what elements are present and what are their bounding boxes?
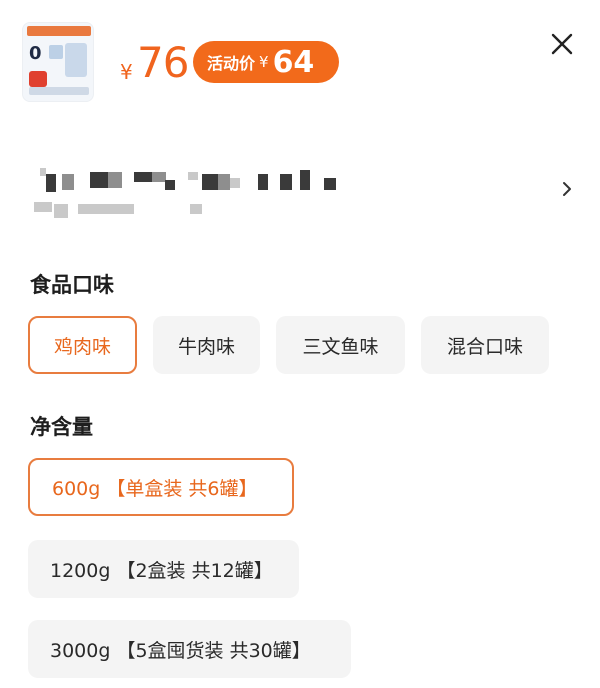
flavor-option-beef[interactable]: 牛肉味 bbox=[153, 316, 260, 374]
shipping-address-row[interactable] bbox=[0, 160, 600, 220]
price-currency-symbol: ¥ bbox=[120, 60, 133, 84]
flavor-option-chicken[interactable]: 鸡肉味 bbox=[28, 316, 137, 374]
size-option-600g[interactable]: 600g 【单盒装 共6罐】 bbox=[28, 458, 294, 516]
product-thumbnail: 0 bbox=[22, 22, 94, 102]
promo-price-value: 64 bbox=[272, 44, 315, 80]
price-value: 76 bbox=[137, 38, 189, 87]
chevron-right-icon[interactable] bbox=[560, 180, 574, 198]
size-option-3000g[interactable]: 3000g 【5盒囤货装 共30罐】 bbox=[28, 620, 351, 678]
size-section-title: 净含量 bbox=[30, 415, 93, 439]
size-option-1200g[interactable]: 1200g 【2盒装 共12罐】 bbox=[28, 540, 299, 598]
flavor-option-salmon[interactable]: 三文鱼味 bbox=[276, 316, 405, 374]
thumb-zero-mark: 0 bbox=[29, 43, 42, 64]
flavor-section-title: 食品口味 bbox=[30, 273, 114, 297]
promo-currency-symbol: ¥ bbox=[259, 53, 269, 71]
close-button[interactable] bbox=[548, 30, 576, 58]
thumb-badge bbox=[29, 71, 47, 87]
thumb-footer-strip bbox=[29, 87, 89, 95]
thumb-banner bbox=[27, 26, 91, 36]
thumb-label-block bbox=[49, 45, 63, 59]
thumb-can-image bbox=[65, 43, 87, 77]
flavor-option-mixed[interactable]: 混合口味 bbox=[421, 316, 549, 374]
promo-label: 活动价 bbox=[207, 54, 256, 73]
promo-price-badge: 活动价 ¥ 64 bbox=[193, 41, 339, 83]
close-icon bbox=[551, 33, 573, 55]
